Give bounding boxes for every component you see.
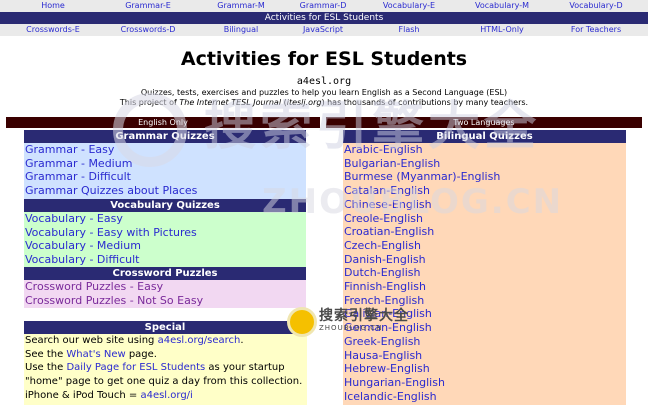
grammar-list: Grammar - Easy Grammar - Medium Grammar … bbox=[24, 143, 306, 200]
nav-grammar-m-link[interactable]: Grammar-M bbox=[217, 0, 264, 12]
special-line-iphone: iPhone & iPod Touch = a4esl.org/i bbox=[25, 389, 307, 403]
intro-text: Quizzes, tests, exercises and puzzles to… bbox=[140, 88, 508, 97]
vocabulary-difficult-link[interactable]: Vocabulary - Difficult bbox=[24, 253, 306, 267]
journal-site: iteslj.org bbox=[286, 98, 322, 107]
nav-for-teachers-link[interactable]: For Teachers bbox=[571, 24, 621, 36]
nav-flash-link[interactable]: Flash bbox=[399, 24, 420, 36]
special-line-daily-end: as your startup bbox=[205, 362, 285, 374]
grammar-quizzes-header: Grammar Quizzes bbox=[24, 130, 306, 143]
journal-name: The Internet TESL Journal bbox=[179, 98, 282, 107]
bilingual-icelandic-link[interactable]: Icelandic-English bbox=[343, 390, 626, 404]
nav-grammar-d-link[interactable]: Grammar-D bbox=[300, 0, 347, 12]
search-link[interactable]: a4esl.org/search bbox=[158, 335, 241, 346]
project-text: This project of The Internet TESL Journa… bbox=[0, 98, 648, 108]
special-line-daily-text: Use the bbox=[25, 362, 67, 374]
vocabulary-list: Vocabulary - Easy Vocabulary - Easy with… bbox=[24, 212, 306, 267]
vocabulary-easy-link[interactable]: Vocabulary - Easy bbox=[24, 212, 306, 226]
nav-crosswords-e-link[interactable]: Crosswords-E bbox=[26, 24, 80, 36]
special-line-search: Search our web site using a4esl.org/sear… bbox=[25, 334, 307, 348]
bilingual-quizzes-header: Bilingual Quizzes bbox=[343, 130, 626, 143]
vocabulary-medium-link[interactable]: Vocabulary - Medium bbox=[24, 239, 306, 253]
nav-grammar-e-link[interactable]: Grammar-E bbox=[125, 0, 171, 12]
column-head-two-languages: Two Languages bbox=[326, 117, 642, 128]
bilingual-galician-link[interactable]: Galician-English bbox=[343, 307, 626, 321]
nav-bilingual-link[interactable]: Bilingual bbox=[224, 24, 259, 36]
grammar-places-link[interactable]: Grammar Quizzes about Places bbox=[24, 184, 306, 198]
crossword-list: Crossword Puzzles - Easy Crossword Puzzl… bbox=[24, 280, 306, 308]
iphone-link[interactable]: a4esl.org/i bbox=[140, 390, 192, 401]
special-line-home: "home" page to get one quiz a day from t… bbox=[25, 376, 303, 388]
grammar-easy-link[interactable]: Grammar - Easy bbox=[24, 143, 306, 157]
bilingual-german-link[interactable]: German-English bbox=[343, 321, 626, 335]
whats-new-link[interactable]: What's New bbox=[66, 349, 125, 360]
bilingual-list: Arabic-English Bulgarian-English Burmese… bbox=[343, 143, 626, 405]
special-line-search-end: . bbox=[240, 335, 244, 346]
grammar-difficult-link[interactable]: Grammar - Difficult bbox=[24, 170, 306, 184]
bilingual-czech-link[interactable]: Czech-English bbox=[343, 239, 626, 253]
column-head-english-only: English Only bbox=[6, 117, 320, 128]
special-line-whats-new-text: See the bbox=[25, 348, 67, 360]
special-line-iphone-text: iPhone & iPod Touch = bbox=[25, 389, 141, 401]
bilingual-hebrew-link[interactable]: Hebrew-English bbox=[343, 362, 626, 376]
nav-crosswords-d-link[interactable]: Crosswords-D bbox=[121, 24, 176, 36]
crossword-not-so-easy-link[interactable]: Crossword Puzzles - Not So Easy bbox=[24, 294, 306, 308]
vocabulary-easy-pictures-link[interactable]: Vocabulary - Easy with Pictures bbox=[24, 226, 306, 240]
daily-page-link[interactable]: Daily Page for ESL Students bbox=[66, 362, 205, 373]
special-content: Search our web site using a4esl.org/sear… bbox=[24, 334, 307, 405]
bilingual-creole-link[interactable]: Creole-English bbox=[343, 212, 626, 226]
bilingual-chinese-link[interactable]: Chinese-English bbox=[343, 198, 626, 212]
page-title: Activities for ESL Students bbox=[180, 48, 468, 70]
special-header: Special bbox=[24, 321, 306, 334]
special-line-whats-new: See the What's New page. bbox=[25, 348, 307, 362]
site-domain: a4esl.org bbox=[296, 76, 352, 87]
bilingual-catalan-link[interactable]: Catalan-English bbox=[343, 184, 626, 198]
project-text-prefix: This project of bbox=[119, 98, 180, 107]
nav-html-only-link[interactable]: HTML-Only bbox=[480, 24, 524, 36]
vocabulary-quizzes-header: Vocabulary Quizzes bbox=[24, 199, 306, 212]
bilingual-arabic-link[interactable]: Arabic-English bbox=[343, 143, 626, 157]
bilingual-danish-link[interactable]: Danish-English bbox=[343, 253, 626, 267]
nav-vocabulary-d-link[interactable]: Vocabulary-D bbox=[569, 0, 622, 12]
bilingual-finnish-link[interactable]: Finnish-English bbox=[343, 280, 626, 294]
bilingual-burmese-link[interactable]: Burmese (Myanmar)-English bbox=[343, 170, 626, 184]
project-text-suffix: ) has thousands of contributions by many… bbox=[321, 98, 529, 107]
nav-javascript-link[interactable]: JavaScript bbox=[303, 24, 343, 36]
special-line-daily: Use the Daily Page for ESL Students as y… bbox=[25, 361, 307, 375]
top-nav: Home Grammar-E Grammar-M Grammar-D Vocab… bbox=[0, 0, 648, 12]
crossword-puzzles-header: Crossword Puzzles bbox=[24, 267, 306, 280]
bilingual-hungarian-link[interactable]: Hungarian-English bbox=[343, 376, 626, 390]
grammar-medium-link[interactable]: Grammar - Medium bbox=[24, 157, 306, 171]
bilingual-hausa-link[interactable]: Hausa-English bbox=[343, 349, 626, 363]
nav-home-link[interactable]: Home bbox=[41, 0, 65, 12]
title-bar: Activities for ESL Students bbox=[0, 12, 648, 24]
nav-vocabulary-e-link[interactable]: Vocabulary-E bbox=[383, 0, 435, 12]
bilingual-french-link[interactable]: French-English bbox=[343, 294, 626, 308]
sub-nav: Crosswords-E Crosswords-D Bilingual Java… bbox=[0, 24, 648, 36]
special-line-whats-new-end: page. bbox=[125, 348, 157, 360]
crossword-easy-link[interactable]: Crossword Puzzles - Easy bbox=[24, 280, 306, 294]
bilingual-bulgarian-link[interactable]: Bulgarian-English bbox=[343, 157, 626, 171]
nav-vocabulary-m-link[interactable]: Vocabulary-M bbox=[475, 0, 529, 12]
bilingual-dutch-link[interactable]: Dutch-English bbox=[343, 266, 626, 280]
bilingual-croatian-link[interactable]: Croatian-English bbox=[343, 225, 626, 239]
special-line-search-text: Search our web site using bbox=[25, 335, 158, 346]
bilingual-greek-link[interactable]: Greek-English bbox=[343, 335, 626, 349]
